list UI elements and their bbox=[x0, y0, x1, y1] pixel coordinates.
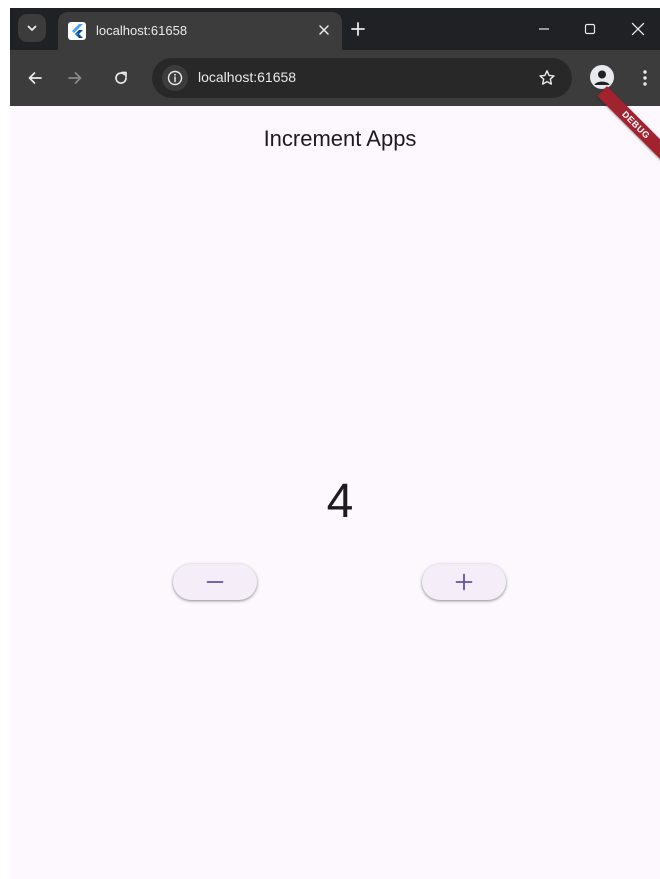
address-url: localhost:61658 bbox=[198, 69, 297, 85]
browser-toolbar: localhost:61658 bbox=[10, 50, 660, 106]
more-vert-icon bbox=[643, 70, 647, 86]
info-icon bbox=[167, 70, 183, 86]
browser-menu-button[interactable] bbox=[632, 65, 658, 91]
close-icon bbox=[319, 25, 329, 35]
minimize-icon bbox=[539, 28, 549, 30]
increment-button[interactable] bbox=[422, 564, 506, 600]
decrement-button[interactable] bbox=[173, 564, 257, 600]
reload-icon bbox=[115, 71, 127, 84]
back-button[interactable] bbox=[22, 65, 48, 91]
app-bar-title: Increment Apps bbox=[263, 126, 417, 151]
plus-icon bbox=[351, 22, 365, 36]
minimize-button[interactable] bbox=[531, 16, 557, 42]
tab-title: localhost:61658 bbox=[96, 23, 188, 38]
profile-button[interactable] bbox=[590, 65, 614, 89]
forward-button[interactable] bbox=[62, 65, 88, 91]
flutter-favicon-icon bbox=[68, 22, 86, 40]
tab-search-button[interactable] bbox=[18, 14, 46, 42]
star-icon bbox=[539, 70, 555, 85]
arrow-right-icon bbox=[68, 72, 82, 84]
plus-icon bbox=[455, 573, 473, 591]
bookmark-button[interactable] bbox=[536, 67, 558, 89]
browser-tab[interactable]: localhost:61658 bbox=[58, 12, 342, 50]
browser-window: localhost:61658 localhost:61658 Incremen… bbox=[10, 8, 660, 879]
chevron-down-icon bbox=[27, 25, 37, 31]
counter-value: 4 bbox=[326, 475, 354, 528]
site-info-button[interactable] bbox=[162, 65, 188, 91]
maximize-icon bbox=[584, 23, 596, 35]
close-icon bbox=[631, 22, 645, 36]
minus-icon bbox=[206, 581, 224, 583]
app-viewport: Increment Apps 4 DEBUG bbox=[10, 86, 660, 879]
tab-close-button[interactable] bbox=[314, 20, 334, 40]
person-icon bbox=[594, 70, 610, 85]
address-bar[interactable]: localhost:61658 bbox=[152, 58, 572, 98]
arrow-left-icon bbox=[28, 72, 42, 84]
reload-button[interactable] bbox=[108, 65, 134, 91]
close-window-button[interactable] bbox=[625, 16, 651, 42]
tab-strip: localhost:61658 bbox=[10, 8, 660, 50]
maximize-button[interactable] bbox=[577, 16, 603, 42]
new-tab-button[interactable] bbox=[346, 17, 370, 41]
